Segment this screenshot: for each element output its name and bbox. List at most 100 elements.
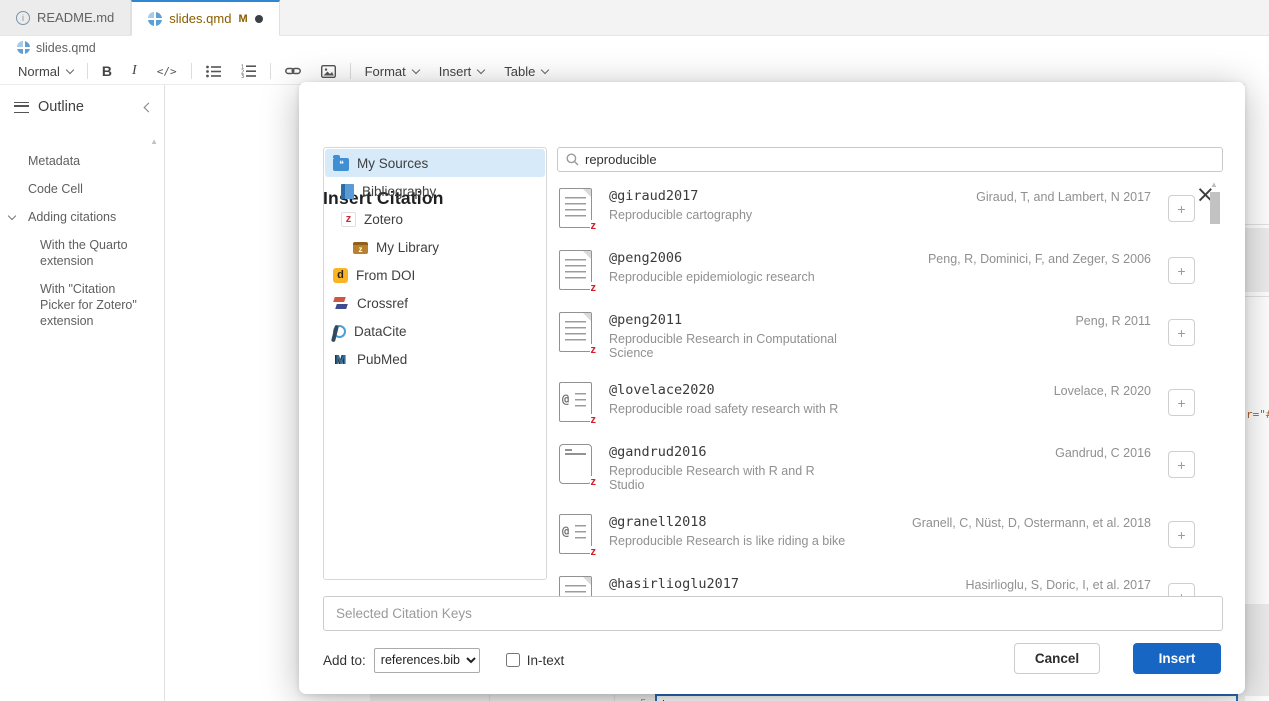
insert-citation-dialog: Insert Citation × My SourcesBibliography…: [299, 82, 1245, 694]
source-item-pubmed[interactable]: PubMed: [325, 345, 545, 373]
breadcrumb-file[interactable]: slides.qmd: [36, 41, 96, 55]
results-scrollbar[interactable]: ▲ ▼: [1209, 178, 1221, 659]
cancel-button[interactable]: Cancel: [1014, 643, 1100, 674]
outline-item-label: With the Quarto extension: [40, 238, 128, 268]
link-button[interactable]: [275, 58, 311, 84]
outline-header: Outline: [0, 85, 164, 125]
citation-authors-year: Peng, R 2011: [851, 314, 1151, 328]
citation-row-gandrud2016[interactable]: @gandrud2016Reproducible Research with R…: [559, 444, 1223, 492]
format-menu[interactable]: Format: [355, 58, 429, 84]
format-menu-label: Format: [365, 64, 406, 79]
outline-item-metadata[interactable]: Metadata: [0, 149, 158, 173]
source-item-crossref[interactable]: Crossref: [325, 289, 545, 317]
scroll-up-arrow-icon[interactable]: ▲: [150, 137, 158, 146]
zotero-badge-icon: [590, 476, 598, 489]
citation-authors-year: Gandrud, C 2016: [851, 446, 1151, 460]
table-menu[interactable]: Table: [494, 58, 558, 84]
search-icon: [566, 153, 579, 166]
code-button[interactable]: </>: [147, 58, 187, 84]
embedded-tab-readme-md[interactable]: README.md: [382, 695, 490, 701]
source-item-datacite[interactable]: DataCite: [325, 317, 545, 345]
citation-row-granell2018[interactable]: @granell2018Reproducible Research is lik…: [559, 514, 1223, 554]
app-window: README.md slides.qmd M slides.qmd Normal…: [0, 0, 1269, 701]
citation-row-giraud2017[interactable]: @giraud2017Reproducible cartographyGirau…: [559, 188, 1223, 228]
document-lines: [575, 393, 586, 410]
toolbar-divider: [350, 63, 351, 79]
source-item-from-doi[interactable]: From DOI: [325, 261, 545, 289]
citation-key: @lovelace2020: [609, 382, 851, 398]
background-editor-edge: r="#4: [1245, 82, 1269, 701]
embedded-tab-bar: README.mdslides.qmdM×: [382, 695, 615, 701]
bullet-list-button[interactable]: [196, 58, 231, 84]
menu-icon[interactable]: [14, 102, 29, 113]
search-input[interactable]: [585, 152, 1214, 167]
embedded-tab-slides-qmd[interactable]: slides.qmdM×: [490, 695, 614, 701]
outline-item-adding-citations[interactable]: Adding citations: [0, 205, 158, 229]
unsaved-dot-icon[interactable]: [255, 15, 263, 23]
citation-key: @peng2006: [609, 250, 851, 266]
source-item-label: Zotero: [364, 212, 403, 227]
citation-row-lovelace2020[interactable]: @lovelace2020Reproducible road safety re…: [559, 382, 1223, 422]
source-item-my-sources[interactable]: My Sources: [325, 149, 545, 177]
divider: [1245, 296, 1269, 297]
citation-info: @lovelace2020Reproducible road safety re…: [609, 382, 851, 416]
citation-key: @giraud2017: [609, 188, 851, 204]
in-text-checkbox[interactable]: [506, 653, 520, 667]
outline-item-code-cell[interactable]: Code Cell: [0, 177, 158, 201]
source-item-bibliography[interactable]: Bibliography: [325, 177, 545, 205]
paragraph-style-value: Normal: [18, 64, 60, 79]
dialog-footer: Add to: references.bib In-text Cancel In…: [323, 643, 1223, 677]
outline-list: Metadata Code Cell Adding citations With th…: [0, 125, 164, 333]
italic-button[interactable]: I: [122, 58, 147, 84]
collapse-sidebar-icon[interactable]: [144, 102, 154, 112]
selected-citation-keys-input[interactable]: [323, 596, 1223, 631]
background-code-fragment: r="#4: [1246, 408, 1269, 421]
quarto-icon: [148, 12, 162, 26]
datacite-icon: [333, 325, 346, 338]
bibliography-book-icon: [341, 184, 354, 199]
citation-sources-panel: My SourcesBibliography Zotero My LibraryFr…: [323, 147, 547, 580]
citation-info: @peng2011Reproducible Research in Comput…: [609, 312, 851, 360]
zotero-badge-icon: [590, 546, 598, 559]
outline-item-with-citation-picker-for-zotero-extension[interactable]: With "Citation Picker for Zotero" extens…: [0, 277, 158, 333]
source-item-zotero[interactable]: Zotero: [325, 205, 545, 233]
insert-button[interactable]: Insert: [1133, 643, 1221, 674]
citation-info: @hasirlioglu2017: [609, 576, 851, 596]
tab-readme[interactable]: README.md: [0, 0, 131, 35]
bold-button[interactable]: B: [92, 58, 122, 84]
citation-row-peng2011[interactable]: @peng2011Reproducible Research in Comput…: [559, 312, 1223, 360]
paragraph-style-dropdown[interactable]: Normal: [8, 58, 83, 84]
chevron-down-icon[interactable]: [8, 212, 16, 220]
tab-label: slides.qmd: [169, 11, 231, 26]
add-citation-button[interactable]: +: [1168, 257, 1195, 284]
outline-item-label: Adding citations: [28, 210, 116, 224]
citation-info: @giraud2017Reproducible cartography: [609, 188, 851, 222]
tab-label: README.md: [37, 10, 114, 25]
add-citation-button[interactable]: +: [1168, 521, 1195, 548]
source-item-my-library[interactable]: My Library: [325, 233, 545, 261]
crossref-icon: [333, 295, 349, 311]
citation-authors-year: Peng, R, Dominici, F, and Zeger, S 2006: [851, 252, 1151, 266]
add-citation-button[interactable]: +: [1168, 195, 1195, 222]
link-icon: [285, 65, 301, 77]
image-button[interactable]: [311, 58, 346, 84]
citation-row-peng2006[interactable]: @peng2006Reproducible epidemiologic rese…: [559, 250, 1223, 290]
zotero-badge-icon: [590, 220, 598, 233]
numbered-list-button[interactable]: 123: [231, 58, 266, 84]
embedded-focused-cell[interactable]: [655, 694, 1238, 701]
image-icon: [321, 65, 336, 78]
outline-item-with-the-quarto-extension[interactable]: With the Quarto extension: [0, 233, 158, 273]
bibliography-file-select[interactable]: references.bib: [374, 648, 480, 673]
tab-slides[interactable]: slides.qmd M: [131, 0, 279, 36]
insert-menu[interactable]: Insert: [429, 58, 495, 84]
scrollbar-thumb[interactable]: [1210, 192, 1220, 224]
source-item-label: DataCite: [354, 324, 407, 339]
chevron-down-icon: [412, 65, 420, 73]
background-block: [1245, 604, 1269, 696]
add-citation-button[interactable]: +: [1168, 389, 1195, 416]
visual-editor-toolbar: Normal B I </> 123 Format Insert: [0, 58, 1269, 85]
add-citation-button[interactable]: +: [1168, 451, 1195, 478]
toolbar-divider: [87, 63, 88, 79]
add-citation-button[interactable]: +: [1168, 319, 1195, 346]
scroll-up-arrow-icon[interactable]: ▲: [1210, 180, 1218, 189]
